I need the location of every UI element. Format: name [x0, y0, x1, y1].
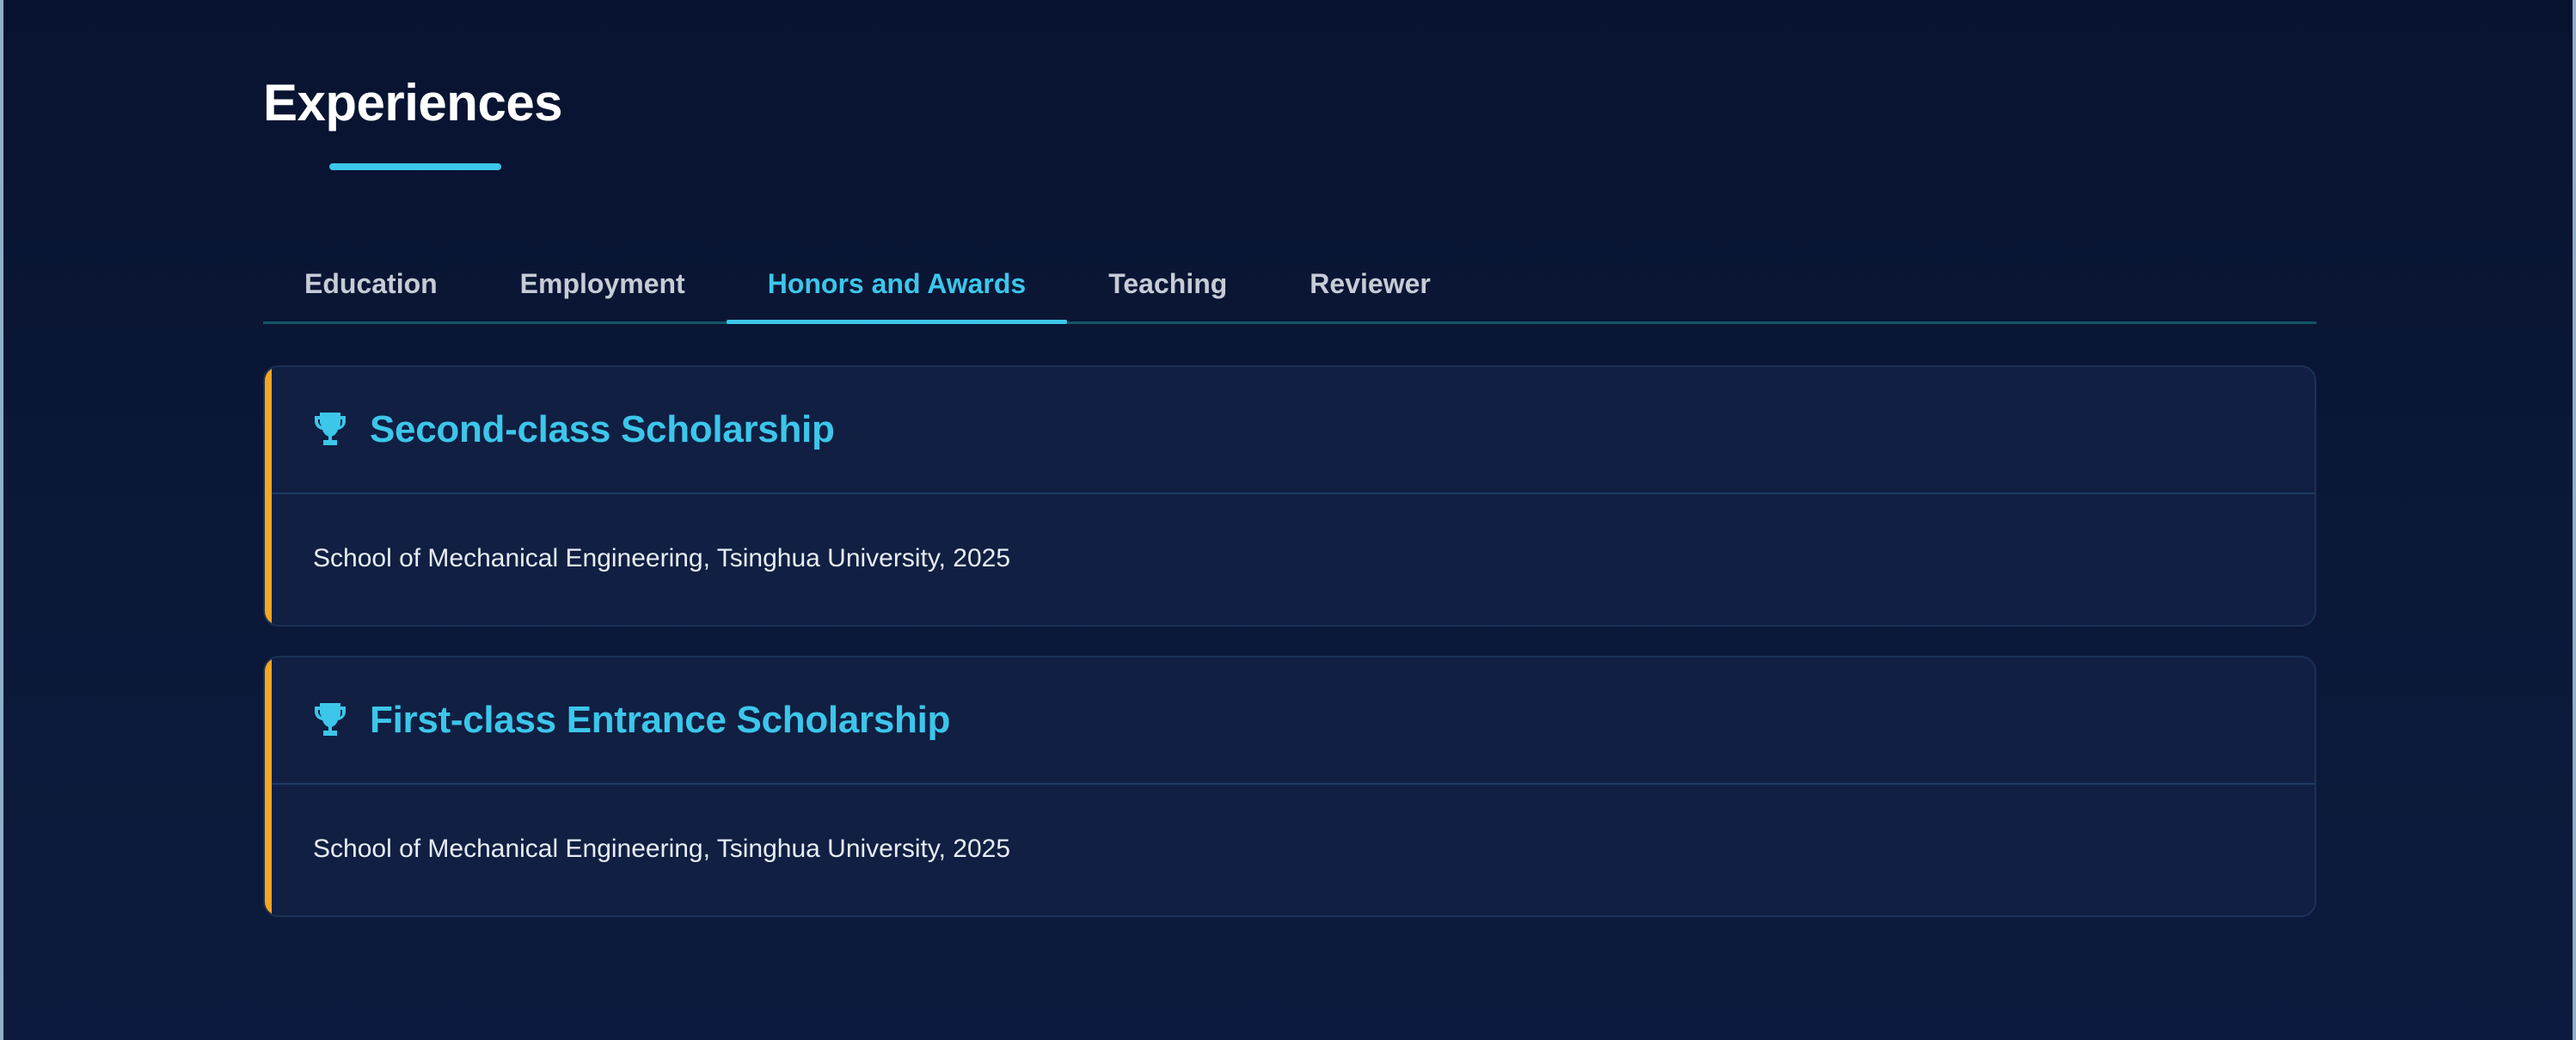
trophy-icon: [315, 413, 346, 445]
tab-honors-and-awards[interactable]: Honors and Awards: [726, 249, 1068, 324]
award-card: Second-class Scholarship School of Mecha…: [263, 365, 2316, 627]
awards-list: Second-class Scholarship School of Mecha…: [263, 365, 2316, 917]
section-title: Experiences: [263, 74, 563, 132]
tab-employment[interactable]: Employment: [479, 249, 727, 318]
award-card-header: Second-class Scholarship: [265, 367, 2315, 494]
tab-education[interactable]: Education: [263, 249, 479, 318]
award-card: First-class Entrance Scholarship School …: [263, 656, 2316, 917]
award-title: Second-class Scholarship: [370, 408, 835, 450]
award-detail: School of Mechanical Engineering, Tsingh…: [313, 835, 1011, 863]
tab-teaching[interactable]: Teaching: [1067, 249, 1268, 318]
experiences-section: Experiences Education Employment Honors …: [263, 69, 2316, 946]
title-underline: [329, 163, 501, 170]
award-title: First-class Entrance Scholarship: [370, 699, 951, 741]
tab-bar: Education Employment Honors and Awards T…: [263, 253, 2316, 324]
award-detail: School of Mechanical Engineering, Tsingh…: [313, 544, 1011, 572]
trophy-icon: [315, 703, 346, 736]
tab-reviewer[interactable]: Reviewer: [1268, 249, 1472, 318]
award-card-header: First-class Entrance Scholarship: [265, 658, 2315, 785]
